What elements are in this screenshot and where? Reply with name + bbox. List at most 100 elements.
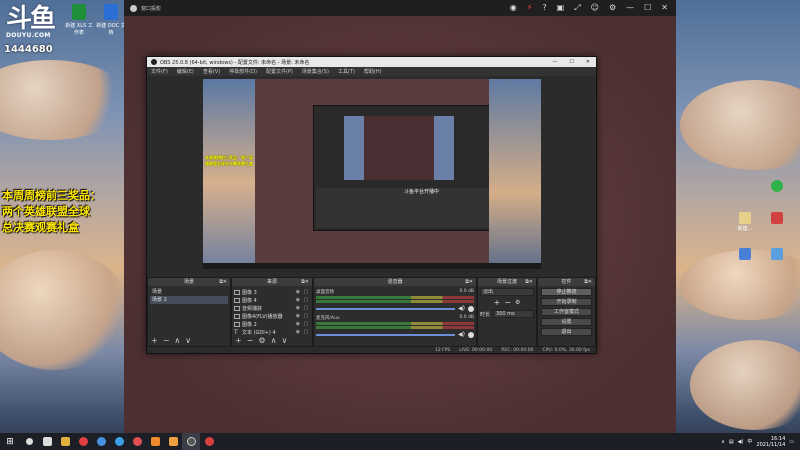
menu-scene-collection[interactable]: 场景集合(S) xyxy=(302,68,329,75)
user-icon[interactable]: ☺ xyxy=(591,3,599,13)
desktop-icon-red[interactable] xyxy=(764,212,790,225)
lock-icon[interactable]: ▢ xyxy=(302,329,310,335)
taskbar-app-red[interactable] xyxy=(200,433,218,450)
scene-item[interactable]: 场景 2 xyxy=(150,296,228,304)
source-item[interactable]: 图像4(FLV)播放器 ◉ ▢ xyxy=(234,312,310,320)
ime-icon[interactable]: 中 xyxy=(747,438,752,445)
network-icon[interactable]: ▤ xyxy=(729,439,734,445)
minimize-button[interactable]: — xyxy=(552,59,557,65)
add-icon[interactable]: + xyxy=(494,299,501,307)
menu-edit[interactable]: 编辑(E) xyxy=(177,68,194,75)
lock-icon[interactable]: ▢ xyxy=(302,321,310,327)
desktop-icon-green[interactable] xyxy=(764,180,790,193)
close-button[interactable]: ✕ xyxy=(586,59,590,65)
lock-icon[interactable]: ▢ xyxy=(302,297,310,303)
mixer-track: 麦克风/Aux 0.0 dB ◀) xyxy=(316,315,474,338)
source-item[interactable]: 音频捕获 ◉ ▢ xyxy=(234,304,310,312)
source-item[interactable]: 图像 4 ◉ ▢ xyxy=(234,296,310,304)
app-icon xyxy=(771,180,783,192)
dock-close-icon[interactable]: ⧉✕ xyxy=(525,278,533,286)
flash-icon[interactable]: ⚡ xyxy=(527,3,533,13)
speaker-icon[interactable]: ◀) xyxy=(458,305,465,312)
source-item[interactable]: 图像 3 ◉ ▢ xyxy=(234,288,310,296)
source-item[interactable]: 图像 2 ◉ ▢ xyxy=(234,320,310,328)
close-button[interactable]: ✕ xyxy=(661,3,668,13)
speaker-icon[interactable]: ◀) xyxy=(458,331,465,338)
screen-icon[interactable]: ▣ xyxy=(557,3,565,13)
record-icon[interactable]: ◉ xyxy=(510,3,517,13)
volume-slider[interactable] xyxy=(316,333,456,336)
lock-icon[interactable]: ▢ xyxy=(302,305,310,311)
minimize-button[interactable]: — xyxy=(626,3,634,13)
move-up-icon[interactable]: ∧ xyxy=(174,337,180,345)
menu-help[interactable]: 帮助(H) xyxy=(364,68,382,75)
menu-tools[interactable]: 工具(T) xyxy=(338,68,355,75)
lock-icon[interactable]: ▢ xyxy=(302,289,310,295)
fullscreen-icon[interactable]: ⤢ xyxy=(574,3,580,13)
taskbar-app-taskview[interactable] xyxy=(38,433,56,450)
scene-item[interactable]: 场景 xyxy=(150,288,228,296)
menu-view[interactable]: 查看(V) xyxy=(203,68,220,75)
gear-icon[interactable]: ⚙ xyxy=(258,337,265,345)
move-down-icon[interactable]: ∨ xyxy=(185,337,191,345)
taskbar-app-orange[interactable] xyxy=(146,433,164,450)
taskbar-app-chrome[interactable] xyxy=(92,433,110,450)
studio-mode-button[interactable]: 工作室模式 xyxy=(541,308,592,316)
eye-icon[interactable]: ◉ xyxy=(296,289,300,295)
help-icon[interactable]: ? xyxy=(542,3,546,13)
menu-file[interactable]: 文件(F) xyxy=(151,68,168,75)
dock-close-icon[interactable]: ⧉✕ xyxy=(219,278,227,286)
stop-streaming-button[interactable]: 停止推流 xyxy=(541,288,592,296)
dock-close-icon[interactable]: ⧉✕ xyxy=(465,278,473,286)
maximize-button[interactable]: ☐ xyxy=(569,59,573,65)
volume-slider[interactable] xyxy=(316,307,456,310)
transition-select[interactable]: 淡出 xyxy=(480,288,534,296)
desktop-icon-blue[interactable] xyxy=(732,248,758,261)
start-recording-button[interactable]: 开始录制 xyxy=(541,298,592,306)
clock[interactable]: 16:14 2021/11/14 xyxy=(756,436,785,448)
remove-icon[interactable]: − xyxy=(247,337,254,345)
desktop-icon-file[interactable]: 新建... xyxy=(732,212,758,232)
eye-icon[interactable]: ◉ xyxy=(296,329,300,335)
exit-button[interactable]: 退出 xyxy=(541,328,592,336)
eye-icon[interactable]: ◉ xyxy=(296,297,300,303)
tray-arrow-icon[interactable]: ∧ xyxy=(721,439,725,445)
system-tray: ∧ ▤ ◀) 中 16:14 2021/11/14 ▭ xyxy=(721,436,800,448)
add-icon[interactable]: + xyxy=(235,337,242,345)
menu-docks[interactable]: 停靠部件(D) xyxy=(229,68,257,75)
source-item[interactable]: T 文本 (GDI+) 4 ◉ ▢ xyxy=(234,328,310,336)
taskbar-app-weibo[interactable] xyxy=(128,433,146,450)
gear-icon[interactable]: ⚙ xyxy=(515,299,520,307)
track-settings-icon[interactable] xyxy=(468,305,474,312)
settings-button[interactable]: 设置 xyxy=(541,318,592,326)
volume-icon[interactable]: ◀) xyxy=(738,439,744,445)
lock-icon[interactable]: ▢ xyxy=(302,313,310,319)
move-up-icon[interactable]: ∧ xyxy=(271,337,277,345)
eye-icon[interactable]: ◉ xyxy=(296,305,300,311)
track-settings-icon[interactable] xyxy=(468,331,474,338)
remove-icon[interactable]: − xyxy=(504,299,511,307)
windows-icon[interactable]: ⊞ xyxy=(0,437,20,447)
dock-close-icon[interactable]: ⧉✕ xyxy=(584,278,592,286)
taskbar-app-douyu[interactable] xyxy=(74,433,92,450)
eye-icon[interactable]: ◉ xyxy=(296,321,300,327)
desktop-icon-lightblue[interactable] xyxy=(764,248,790,261)
taskbar-app-orange2[interactable] xyxy=(164,433,182,450)
obs-preview[interactable]: 本周周榜前三奖品：两个英雄联盟全球总决赛观赛礼盒 斗鱼平台开播中 xyxy=(203,79,541,269)
move-down-icon[interactable]: ∨ xyxy=(281,337,287,345)
taskbar-app-explorer[interactable] xyxy=(56,433,74,450)
taskbar-app-obs[interactable] xyxy=(182,433,200,450)
settings-icon[interactable]: ⚙ xyxy=(609,3,616,13)
desktop-icon-doc[interactable]: 新建 DOC 文档 xyxy=(96,4,126,36)
eye-icon[interactable]: ◉ xyxy=(296,313,300,319)
remove-icon[interactable]: − xyxy=(163,337,170,345)
notification-icon[interactable]: ▭ xyxy=(789,439,794,445)
maximize-button[interactable]: ☐ xyxy=(644,3,651,13)
dock-close-icon[interactable]: ⧉✕ xyxy=(301,278,309,286)
add-icon[interactable]: + xyxy=(151,337,158,345)
desktop-icon-xls[interactable]: 新建 XLS 工作表 xyxy=(64,4,94,36)
duration-input[interactable]: 300 ms xyxy=(493,310,534,318)
menu-profile[interactable]: 配置文件(P) xyxy=(266,68,293,75)
taskbar-app-search[interactable] xyxy=(20,433,38,450)
taskbar-app-edge[interactable] xyxy=(110,433,128,450)
